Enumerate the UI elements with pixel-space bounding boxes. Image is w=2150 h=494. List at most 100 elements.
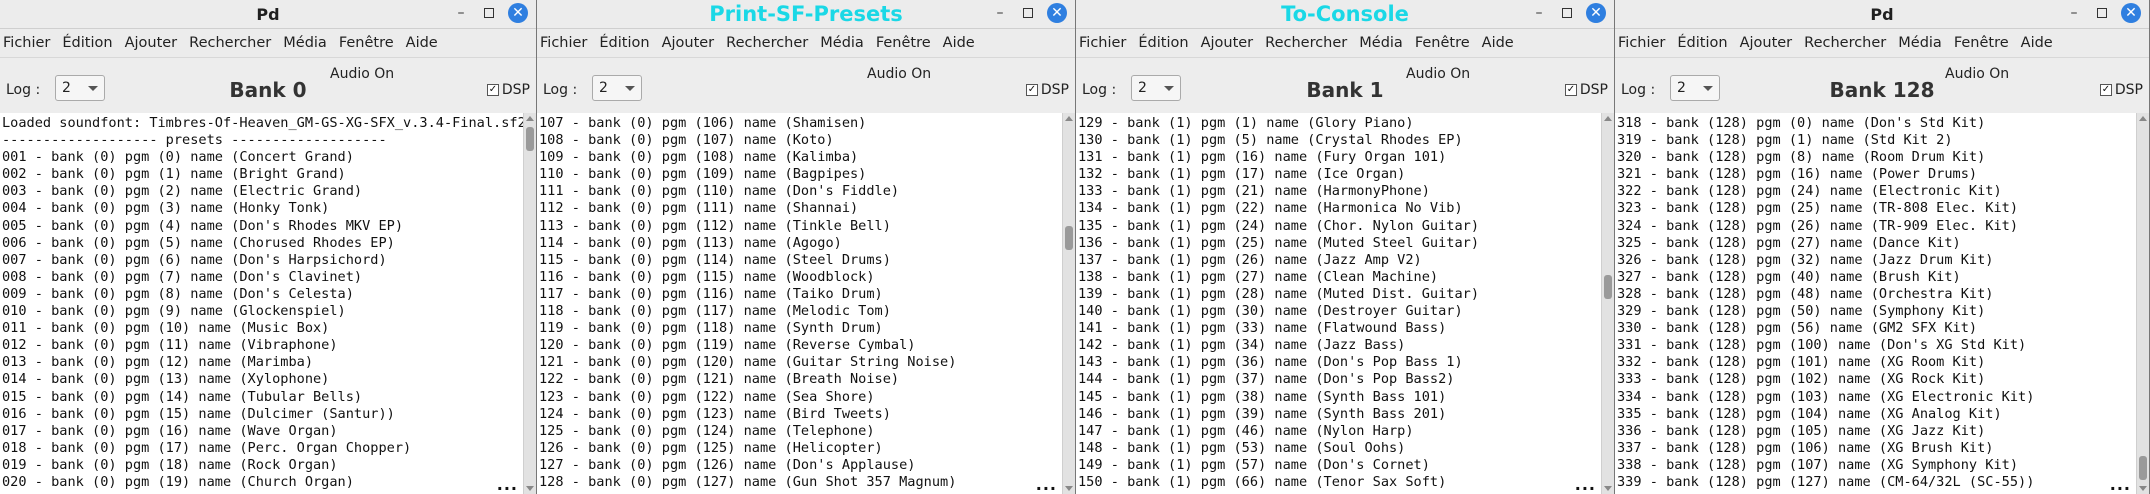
- menu-edition[interactable]: Édition: [599, 35, 649, 51]
- menu-media[interactable]: Média: [820, 35, 864, 51]
- menu-fenetre[interactable]: Fenêtre: [1415, 35, 1470, 51]
- menu-ajouter[interactable]: Ajouter: [125, 35, 178, 51]
- console-output[interactable]: 129 - bank (1) pgm (1) name (Glory Piano…: [1076, 113, 1601, 494]
- console-line: 120 - bank (0) pgm (119) name (Reverse C…: [539, 337, 916, 354]
- window-controls: – ✕: [452, 3, 528, 23]
- menu-edition[interactable]: Édition: [1138, 35, 1188, 51]
- minimize-icon[interactable]: –: [1530, 4, 1548, 22]
- menu-aide[interactable]: Aide: [1482, 35, 1514, 51]
- menu-fenetre[interactable]: Fenêtre: [339, 35, 394, 51]
- scrollbar-thumb[interactable]: [2139, 456, 2147, 480]
- menu-bar: Fichier Édition Ajouter Rechercher Média Fenê…: [0, 29, 536, 58]
- minimize-icon[interactable]: –: [2065, 4, 2083, 22]
- console-line: 327 - bank (128) pgm (40) name (Brush Ki…: [1617, 268, 1961, 285]
- menu-aide[interactable]: Aide: [406, 35, 438, 51]
- scroll-down-icon[interactable]: [526, 486, 534, 491]
- chevron-down-icon: [625, 86, 635, 91]
- menu-aide[interactable]: Aide: [943, 35, 975, 51]
- console-line: 113 - bank (0) pgm (112) name (Tinkle Be…: [539, 217, 891, 234]
- maximize-button[interactable]: [1558, 4, 1576, 22]
- console-output[interactable]: 318 - bank (128) pgm (0) name (Don's Std…: [1615, 113, 2136, 494]
- dsp-toggle[interactable]: ✓ DSP: [1564, 82, 1608, 98]
- dsp-label: DSP: [2114, 82, 2143, 98]
- menu-ajouter[interactable]: Ajouter: [1201, 35, 1254, 51]
- dsp-checkbox[interactable]: ✓: [1025, 84, 1038, 96]
- menu-rechercher[interactable]: Rechercher: [1804, 35, 1886, 51]
- menu-aide[interactable]: Aide: [2021, 35, 2053, 51]
- menu-ajouter[interactable]: Ajouter: [1740, 35, 1793, 51]
- close-icon[interactable]: ✕: [1586, 3, 1606, 23]
- scrollbar-thumb[interactable]: [526, 127, 534, 151]
- scroll-down-icon[interactable]: [2139, 486, 2147, 491]
- menu-rechercher[interactable]: Rechercher: [1265, 35, 1347, 51]
- bank-label: Bank 1: [1306, 78, 1384, 102]
- scrollbar-thumb[interactable]: [1604, 275, 1612, 300]
- title-bar[interactable]: Pd – ✕: [1615, 0, 2149, 29]
- console-line: 325 - bank (128) pgm (27) name (Dance Ki…: [1617, 234, 1961, 251]
- dsp-checkbox[interactable]: ✓: [486, 84, 499, 96]
- maximize-button[interactable]: [2093, 4, 2111, 22]
- console-scrollbar[interactable]: [2136, 113, 2149, 494]
- pd-window-4: Pd – ✕ Fichier Édition Ajouter Rechercher Mé…: [1615, 0, 2150, 494]
- console-output[interactable]: Loaded soundfont: Timbres-Of-Heaven_GM-G…: [0, 113, 523, 494]
- scroll-up-icon[interactable]: [1065, 116, 1073, 121]
- console-line: 339 - bank (128) pgm (127) name (CM-64/3…: [1617, 473, 2035, 490]
- menu-fichier[interactable]: Fichier: [1079, 35, 1126, 51]
- menu-fenetre[interactable]: Fenêtre: [876, 35, 931, 51]
- minimize-icon[interactable]: –: [991, 4, 1009, 22]
- console-line: 320 - bank (128) pgm (8) name (Room Drum…: [1617, 149, 1986, 166]
- dsp-toggle[interactable]: ✓ DSP: [486, 82, 530, 98]
- window-controls: – ✕: [2065, 3, 2141, 23]
- close-icon[interactable]: ✕: [508, 3, 528, 23]
- console-line: 011 - bank (0) pgm (10) name (Music Box): [2, 320, 330, 337]
- log-label: Log :: [543, 82, 578, 98]
- menu-edition[interactable]: Édition: [62, 35, 112, 51]
- console-scrollbar[interactable]: [523, 113, 536, 494]
- console-line: 131 - bank (1) pgm (16) name (Fury Organ…: [1078, 149, 1447, 166]
- scroll-down-icon[interactable]: [1604, 486, 1612, 491]
- console-line: 110 - bank (0) pgm (109) name (Bagpipes): [539, 166, 867, 183]
- menu-fichier[interactable]: Fichier: [540, 35, 587, 51]
- log-level-select[interactable]: 2: [592, 75, 642, 101]
- console-line: 119 - bank (0) pgm (118) name (Synth Dru…: [539, 320, 883, 337]
- menu-rechercher[interactable]: Rechercher: [726, 35, 808, 51]
- maximize-button[interactable]: [1019, 4, 1037, 22]
- console-line: 324 - bank (128) pgm (26) name (TR-909 E…: [1617, 217, 2019, 234]
- console-scrollbar[interactable]: [1062, 113, 1075, 494]
- dsp-checkbox[interactable]: ✓: [1564, 84, 1577, 96]
- dsp-checkbox[interactable]: ✓: [2099, 84, 2112, 96]
- console-line: 002 - bank (0) pgm (1) name (Bright Gran…: [2, 166, 346, 183]
- minimize-icon[interactable]: –: [452, 4, 470, 22]
- console-scrollbar[interactable]: [1601, 113, 1614, 494]
- scroll-up-icon[interactable]: [2139, 116, 2147, 121]
- console-line: 137 - bank (1) pgm (26) name (Jazz Amp V…: [1078, 251, 1422, 268]
- menu-media[interactable]: Média: [1359, 35, 1403, 51]
- menu-rechercher[interactable]: Rechercher: [189, 35, 271, 51]
- console-line: 128 - bank (0) pgm (127) name (Gun Shot …: [539, 473, 957, 490]
- console-line: 130 - bank (1) pgm (5) name (Crystal Rho…: [1078, 132, 1463, 149]
- close-icon[interactable]: ✕: [1047, 3, 1067, 23]
- console-line: 338 - bank (128) pgm (107) name (XG Symp…: [1617, 456, 2019, 473]
- maximize-button[interactable]: [480, 4, 498, 22]
- scroll-up-icon[interactable]: [526, 116, 534, 121]
- title-bar[interactable]: Pd – ✕: [0, 0, 536, 29]
- menu-ajouter[interactable]: Ajouter: [662, 35, 715, 51]
- console-line: 018 - bank (0) pgm (17) name (Perc. Orga…: [2, 439, 412, 456]
- scroll-down-icon[interactable]: [1065, 486, 1073, 491]
- console-line: 329 - bank (128) pgm (50) name (Symphony…: [1617, 303, 1986, 320]
- close-icon[interactable]: ✕: [2121, 3, 2141, 23]
- menu-media[interactable]: Média: [1898, 35, 1942, 51]
- menu-fichier[interactable]: Fichier: [3, 35, 50, 51]
- menu-edition[interactable]: Édition: [1677, 35, 1727, 51]
- console-output[interactable]: 107 - bank (0) pgm (106) name (Shamisen)…: [537, 113, 1062, 494]
- dsp-toggle[interactable]: ✓ DSP: [1025, 82, 1069, 98]
- title-bar[interactable]: Print-SF-Presets – ✕: [537, 0, 1075, 29]
- dsp-toggle[interactable]: ✓ DSP: [2099, 82, 2143, 98]
- menu-fenetre[interactable]: Fenêtre: [1954, 35, 2009, 51]
- title-bar[interactable]: To-Console – ✕: [1076, 0, 1614, 29]
- menu-media[interactable]: Média: [283, 35, 327, 51]
- scroll-up-icon[interactable]: [1604, 116, 1612, 121]
- audio-status: Audio On: [1945, 66, 2010, 82]
- scrollbar-thumb[interactable]: [1065, 225, 1073, 250]
- menu-fichier[interactable]: Fichier: [1618, 35, 1665, 51]
